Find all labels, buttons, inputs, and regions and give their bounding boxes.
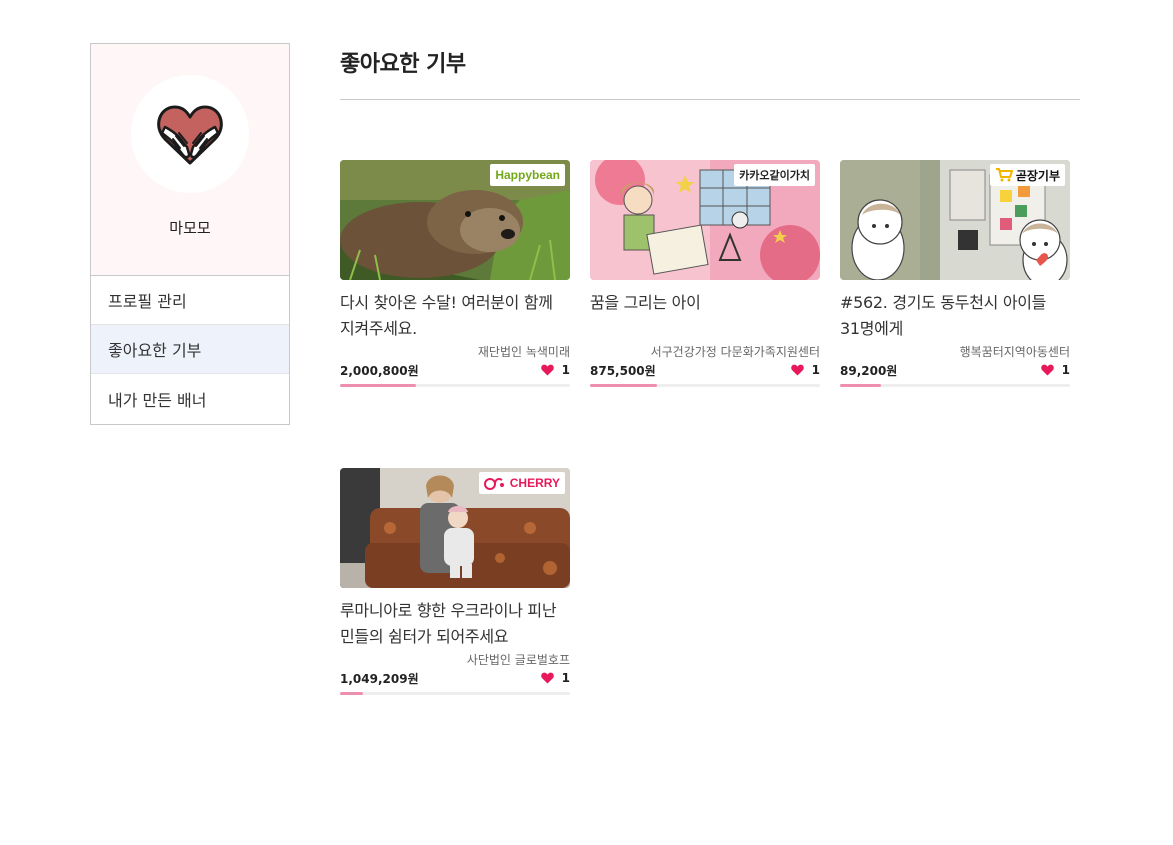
progress-fill	[340, 384, 416, 387]
menu-item-my-banners[interactable]: 내가 만든 배너	[91, 374, 289, 424]
sidebar: 마모모 프로필 관리 좋아요한 기부 내가 만든 배너	[90, 43, 290, 425]
card-amount: 89,200원	[840, 363, 898, 378]
heart-icon[interactable]	[790, 364, 804, 376]
card-title[interactable]: #562. 경기도 동두천시 아이들 31명에게	[840, 290, 1070, 342]
like-counter[interactable]: 1	[790, 363, 820, 377]
heart-hands-icon	[157, 105, 223, 165]
like-counter[interactable]: 1	[540, 363, 570, 377]
card-thumbnail[interactable]: 카카오같이가치	[590, 160, 820, 280]
platform-badge: Happybean	[490, 164, 565, 186]
platform-badge: CHERRY	[478, 472, 565, 494]
card-amount: 1,049,209원	[340, 671, 419, 686]
donation-card[interactable]: Happybean 다시 찾아온 수달! 여러분이 함께 지켜주세요. 재단법인…	[340, 160, 570, 387]
like-count: 1	[561, 671, 570, 685]
like-count: 1	[1061, 363, 1070, 377]
card-amount: 875,500원	[590, 363, 656, 378]
menu-item-liked-donations[interactable]: 좋아요한 기부	[91, 325, 289, 374]
like-counter[interactable]: 1	[540, 671, 570, 685]
platform-badge: 카카오같이가치	[734, 164, 815, 186]
donation-card[interactable]: 카카오같이가치 꿈을 그리는 아이 서구건강가정 다문화가족지원센터 875,5…	[590, 160, 820, 387]
card-organization: 사단법인 글로벌호프	[466, 653, 570, 667]
profile-panel: 마모모	[91, 44, 289, 276]
card-thumbnail[interactable]: CHERRY	[340, 468, 570, 588]
card-thumbnail[interactable]: 곧장기부	[840, 160, 1070, 280]
progress-fill	[590, 384, 657, 387]
card-organization: 재단법인 녹색미래	[477, 345, 570, 359]
card-title[interactable]: 다시 찾아온 수달! 여러분이 함께 지켜주세요.	[340, 290, 570, 342]
title-divider	[340, 99, 1080, 100]
progress-fill	[340, 692, 363, 695]
like-counter[interactable]: 1	[1040, 363, 1070, 377]
platform-name: CHERRY	[509, 476, 560, 490]
page-title: 좋아요한 기부	[340, 52, 466, 77]
like-count: 1	[561, 363, 570, 377]
platform-name: 곧장기부	[1015, 168, 1060, 183]
nickname: 마모모	[169, 219, 211, 237]
progress-bar	[340, 384, 570, 387]
heart-icon[interactable]	[540, 364, 554, 376]
progress-fill	[840, 384, 882, 387]
donation-card[interactable]: 곧장기부 #562. 경기도 동두천시 아이들 31명에게 행복꿈터지역아동센터…	[840, 160, 1070, 387]
progress-bar	[340, 692, 570, 695]
cherry-logo-icon	[483, 478, 504, 490]
card-organization: 행복꿈터지역아동센터	[959, 345, 1070, 359]
card-organization: 서구건강가정 다문화가족지원센터	[650, 345, 820, 359]
donation-card[interactable]: CHERRY 루마니아로 향한 우크라이나 피난민들의 쉼터가 되어주세요 사단…	[340, 468, 570, 695]
platform-badge: 곧장기부	[989, 164, 1065, 186]
heart-icon[interactable]	[1040, 364, 1054, 376]
like-count: 1	[811, 363, 820, 377]
card-amount: 2,000,800원	[340, 363, 419, 378]
card-title[interactable]: 루마니아로 향한 우크라이나 피난민들의 쉼터가 되어주세요	[340, 598, 570, 650]
menu-item-profile[interactable]: 프로필 관리	[91, 276, 289, 325]
card-thumbnail[interactable]: Happybean	[340, 160, 570, 280]
progress-bar	[590, 384, 820, 387]
card-title[interactable]: 꿈을 그리는 아이	[590, 290, 820, 342]
shopping-cart-icon	[995, 168, 1013, 182]
heart-icon[interactable]	[540, 672, 554, 684]
avatar[interactable]	[131, 75, 249, 193]
progress-bar	[840, 384, 1070, 387]
